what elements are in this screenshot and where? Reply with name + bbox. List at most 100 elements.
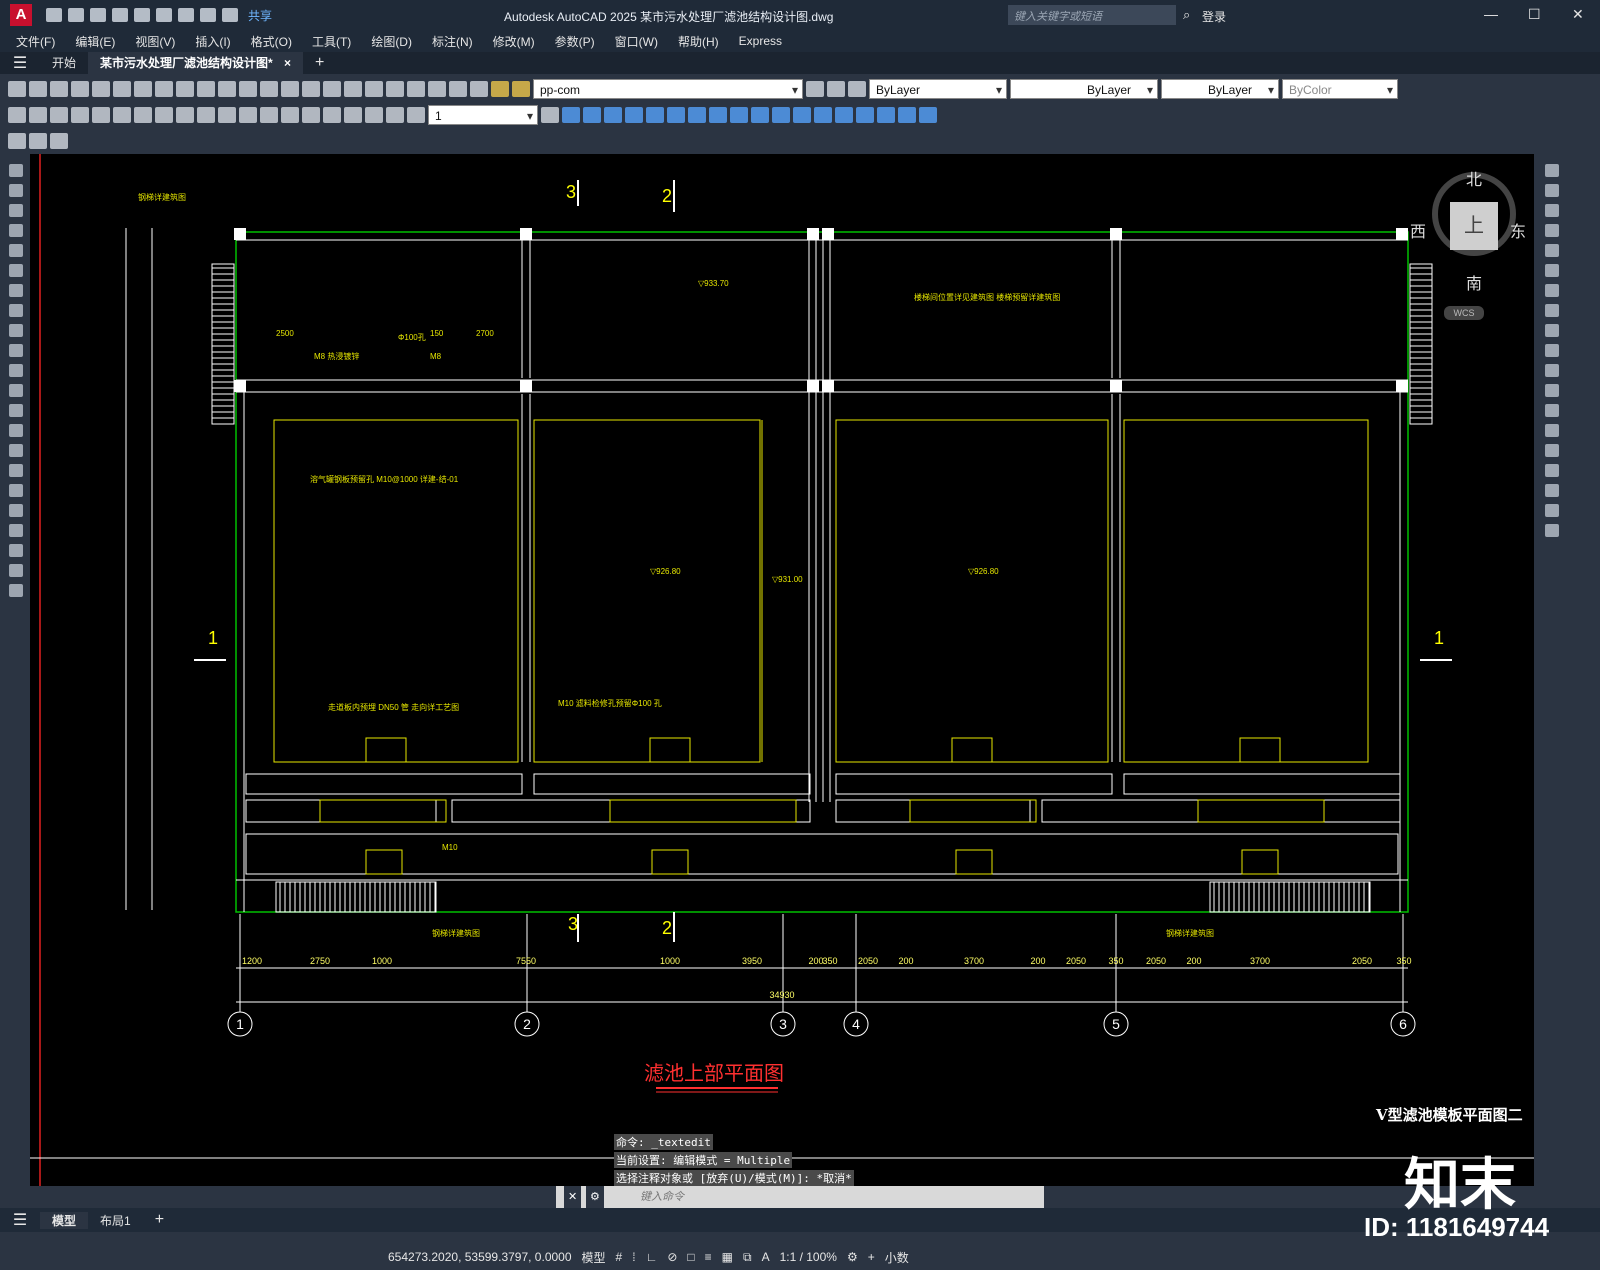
viewcube-top-face[interactable]: 上 bbox=[1450, 202, 1498, 250]
tool-palettes-icon[interactable] bbox=[407, 81, 425, 97]
open-icon[interactable] bbox=[68, 8, 84, 22]
draw-tool-3-icon[interactable] bbox=[9, 224, 23, 237]
viewcube-north[interactable]: 北 bbox=[1466, 166, 1482, 190]
tab-close-icon[interactable]: × bbox=[284, 56, 291, 70]
sweep-icon[interactable] bbox=[730, 107, 748, 123]
modify-tool-13-icon[interactable] bbox=[1545, 424, 1559, 437]
draw-tool-18-icon[interactable] bbox=[9, 524, 23, 537]
color-dropdown[interactable]: ByLayer bbox=[869, 79, 1007, 100]
minimize-button[interactable]: — bbox=[1484, 6, 1498, 22]
ortho-icon[interactable]: ∟ bbox=[646, 1250, 658, 1264]
workspace-gear-icon[interactable]: ⚙ bbox=[847, 1250, 858, 1264]
command-input[interactable]: 键入命令 bbox=[640, 1186, 684, 1208]
add-layout-button[interactable]: + bbox=[143, 1211, 176, 1229]
menu-item-5[interactable]: 工具(T) bbox=[312, 33, 351, 50]
draw-tool-13-icon[interactable] bbox=[9, 424, 23, 437]
tab-layout1[interactable]: 布局1 bbox=[88, 1212, 143, 1229]
modify-tool-11-icon[interactable] bbox=[1545, 384, 1559, 397]
diameter-icon[interactable] bbox=[134, 107, 152, 123]
units-dropdown[interactable]: 小数 bbox=[885, 1249, 909, 1266]
close-commandline-icon[interactable]: ✕ bbox=[564, 1186, 582, 1208]
draw-tool-4-icon[interactable] bbox=[9, 244, 23, 257]
transparency-icon[interactable]: ▦ bbox=[722, 1250, 733, 1264]
cylinder-icon[interactable] bbox=[583, 107, 601, 123]
menu-item-1[interactable]: 编辑(E) bbox=[75, 33, 115, 50]
new-icon[interactable] bbox=[8, 81, 26, 97]
layer-previous-icon[interactable] bbox=[827, 81, 845, 97]
open-icon[interactable] bbox=[29, 81, 47, 97]
cut-icon[interactable] bbox=[134, 81, 152, 97]
menu-item-8[interactable]: 修改(M) bbox=[493, 33, 535, 50]
search-icon[interactable]: ⌕ bbox=[1183, 7, 1190, 23]
web-save-icon[interactable] bbox=[156, 8, 172, 22]
copy-icon[interactable] bbox=[155, 81, 173, 97]
draw-tool-7-icon[interactable] bbox=[9, 304, 23, 317]
plot-icon[interactable] bbox=[178, 8, 194, 22]
modify-tool-18-icon[interactable] bbox=[1545, 524, 1559, 537]
plot-preview-icon[interactable] bbox=[92, 81, 110, 97]
dim-update-icon[interactable] bbox=[407, 107, 425, 123]
modify-tool-12-icon[interactable] bbox=[1545, 404, 1559, 417]
inspect-icon[interactable] bbox=[323, 107, 341, 123]
help-icon[interactable] bbox=[449, 81, 467, 97]
center-mark-icon[interactable] bbox=[302, 107, 320, 123]
modify-tool-14-icon[interactable] bbox=[1545, 444, 1559, 457]
draw-tool-15-icon[interactable] bbox=[9, 464, 23, 477]
lineweight-dropdown[interactable]: ByLayer bbox=[1161, 79, 1279, 100]
subtract-icon[interactable] bbox=[667, 107, 685, 123]
layer-merge-icon[interactable] bbox=[50, 133, 68, 149]
linear-dimension-icon[interactable] bbox=[8, 107, 26, 123]
share-button[interactable]: 共享 bbox=[248, 7, 272, 24]
modify-tool-0-icon[interactable] bbox=[1545, 164, 1559, 177]
menu-item-3[interactable]: 插入(I) bbox=[195, 33, 230, 50]
angular-icon[interactable] bbox=[155, 107, 173, 123]
publish-icon[interactable] bbox=[113, 81, 131, 97]
new-icon[interactable] bbox=[46, 8, 62, 22]
menu-item-9[interactable]: 参数(P) bbox=[555, 33, 595, 50]
modify-tool-7-icon[interactable] bbox=[1545, 304, 1559, 317]
ordinate-icon[interactable] bbox=[71, 107, 89, 123]
solid-edit-icon[interactable] bbox=[793, 107, 811, 123]
undo-icon[interactable] bbox=[200, 8, 216, 22]
zoom-window-icon[interactable] bbox=[323, 81, 341, 97]
intersect-icon[interactable] bbox=[688, 107, 706, 123]
layer-dropdown[interactable]: pp-com bbox=[533, 79, 803, 100]
layer-iso-icon[interactable] bbox=[8, 133, 26, 149]
annotation-monitor-icon[interactable]: + bbox=[868, 1250, 875, 1264]
web-open-icon[interactable] bbox=[134, 8, 150, 22]
modify-tool-10-icon[interactable] bbox=[1545, 364, 1559, 377]
draw-tool-9-icon[interactable] bbox=[9, 344, 23, 357]
polar-icon[interactable]: ⊘ bbox=[667, 1250, 677, 1264]
modify-tool-15-icon[interactable] bbox=[1545, 464, 1559, 477]
selection-cycling-icon[interactable]: ⧉ bbox=[743, 1250, 752, 1265]
command-line[interactable]: ✕ ⚙ 键入命令 bbox=[556, 1186, 1044, 1208]
box-icon[interactable] bbox=[562, 107, 580, 123]
make-current-layer-icon[interactable] bbox=[806, 81, 824, 97]
save-icon[interactable] bbox=[90, 8, 106, 22]
modify-tool-17-icon[interactable] bbox=[1545, 504, 1559, 517]
draw-tool-8-icon[interactable] bbox=[9, 324, 23, 337]
tab-model[interactable]: 模型 bbox=[40, 1211, 89, 1229]
osnap-icon[interactable]: □ bbox=[687, 1250, 694, 1264]
draw-tool-2-icon[interactable] bbox=[9, 204, 23, 217]
draw-tool-19-icon[interactable] bbox=[9, 544, 23, 557]
union-icon[interactable] bbox=[646, 107, 664, 123]
search-input[interactable]: 键入关键字或短语 bbox=[1008, 5, 1176, 25]
paste-icon[interactable] bbox=[176, 81, 194, 97]
save-icon[interactable] bbox=[50, 81, 68, 97]
layer-on-icon[interactable] bbox=[491, 81, 509, 97]
menu-item-2[interactable]: 视图(V) bbox=[135, 33, 175, 50]
layer-states-icon[interactable] bbox=[848, 81, 866, 97]
draw-tool-17-icon[interactable] bbox=[9, 504, 23, 517]
extrude-icon[interactable] bbox=[625, 107, 643, 123]
viewcube-east[interactable]: 东 bbox=[1510, 218, 1526, 242]
layer-properties-icon[interactable] bbox=[470, 81, 488, 97]
calculator-icon[interactable] bbox=[428, 81, 446, 97]
customize-icon[interactable]: ⚙ bbox=[586, 1186, 604, 1208]
login-button[interactable]: 登录 bbox=[1202, 8, 1226, 25]
jogged-icon[interactable] bbox=[113, 107, 131, 123]
redo-icon[interactable] bbox=[222, 8, 238, 22]
menu-item-11[interactable]: 帮助(H) bbox=[678, 33, 719, 50]
slice-icon[interactable] bbox=[772, 107, 790, 123]
block-editor-icon[interactable] bbox=[218, 81, 236, 97]
